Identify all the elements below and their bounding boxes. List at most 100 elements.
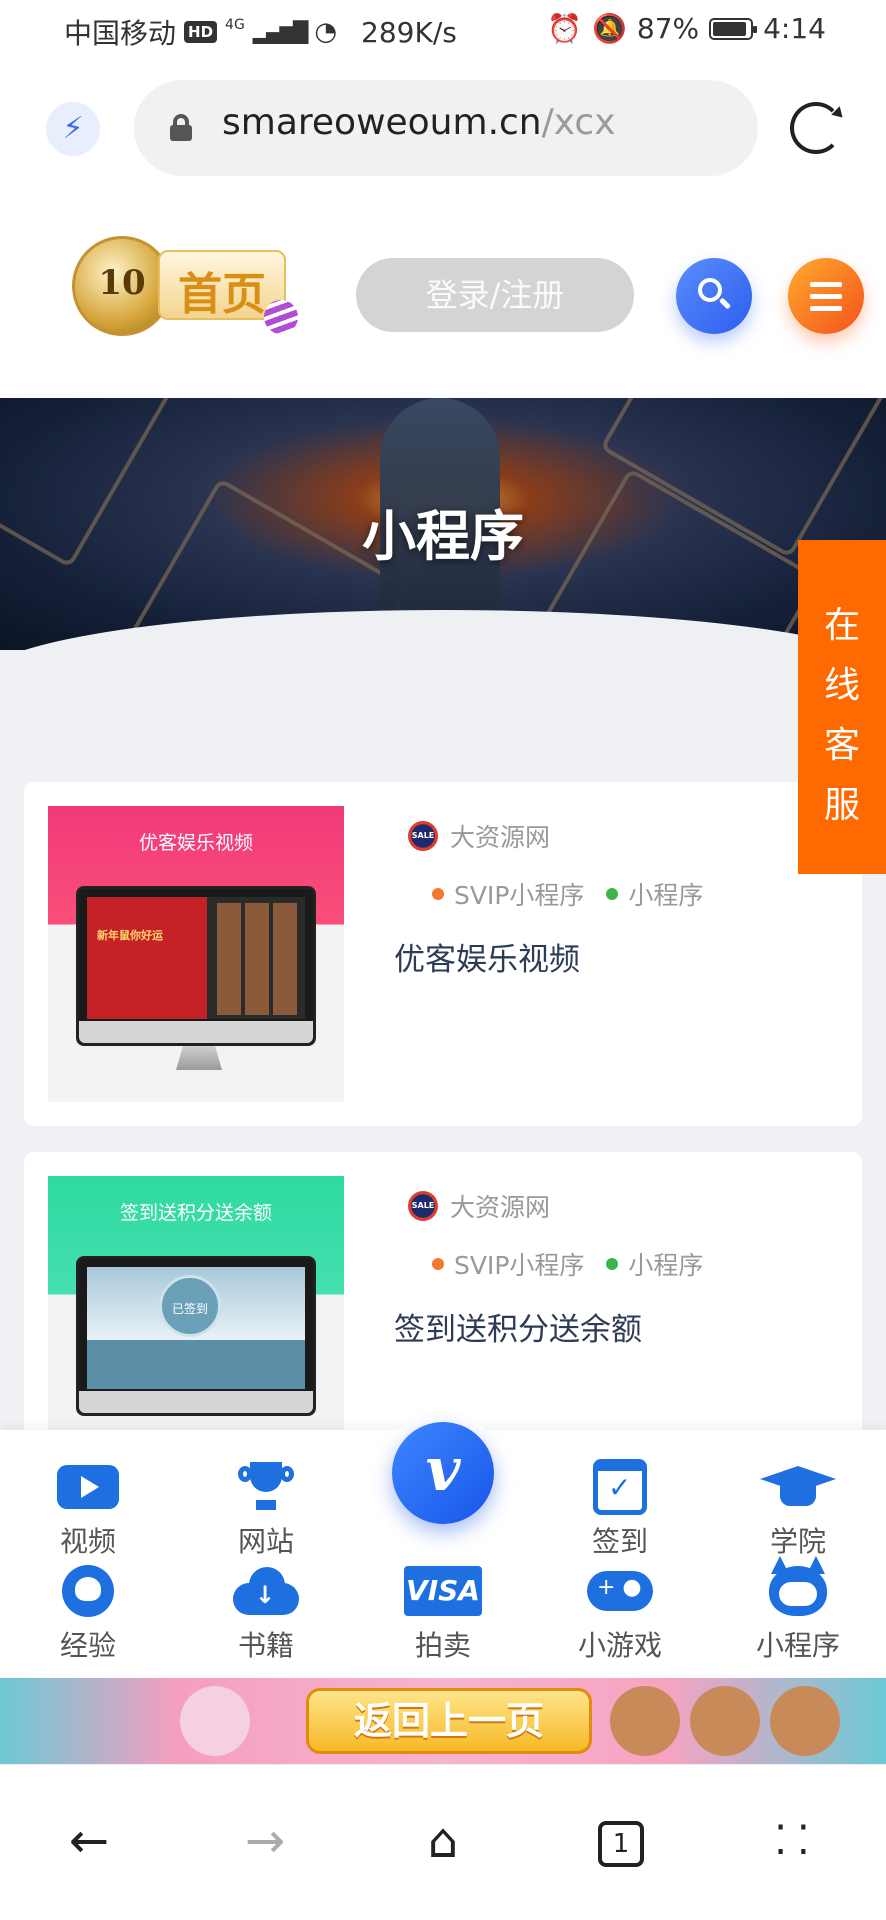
url-text[interactable]: smareoweoum.cn/xcx (222, 102, 616, 143)
nav-label: 书籍 (237, 1629, 294, 1662)
home-icon[interactable]: ⌂ (408, 1809, 478, 1879)
screen-caption: 已签到 (159, 1275, 221, 1337)
lock-icon (170, 114, 192, 141)
product-card[interactable]: 优客娱乐视频 新年鼠你好运 SALE 大资源网 SVIP小程序 小程序 优客娱乐… (24, 782, 862, 1126)
trophy-icon (238, 1462, 294, 1512)
cartoon-decoration (180, 1686, 250, 1756)
nav-label: 小程序 (755, 1629, 840, 1662)
card-thumbnail[interactable]: 签到送积分送余额 已签到 (48, 1176, 344, 1472)
tag-label: 小程序 (628, 1251, 704, 1280)
url-field[interactable]: smareoweoum.cn/xcx (134, 80, 758, 176)
anniversary-badge: 10 (72, 236, 172, 336)
nav-label: 小游戏 (577, 1629, 662, 1662)
nav-label: 签到 (591, 1525, 648, 1558)
cartoon-decoration (770, 1686, 840, 1756)
url-path: /xcx (541, 102, 616, 143)
nav-item-website[interactable]: 网站 (196, 1460, 336, 1560)
nav-item-miniprogram[interactable]: 小程序 (728, 1556, 868, 1664)
nav-label: 拍卖 (414, 1629, 471, 1662)
hd-badge: HD (184, 21, 218, 43)
dot-icon (606, 1258, 619, 1270)
battery-icon (709, 17, 758, 40)
tabs-button[interactable]: 1 (586, 1809, 656, 1879)
thumbnail-title: 优客娱乐视频 (138, 832, 253, 854)
card-source: SALE 大资源网 (408, 1188, 550, 1224)
browser-address-bar: ⚡ smareoweoum.cn/xcx (0, 62, 886, 192)
nav-item-books[interactable]: ↓ 书籍 (196, 1564, 336, 1664)
nav-item-academy[interactable]: 学院 (728, 1460, 868, 1560)
carrier-name: 中国移动 (64, 17, 177, 50)
nav-item-minigames[interactable]: 小游戏 (550, 1564, 690, 1664)
site-header: 10 首页 登录/注册 (0, 192, 886, 398)
login-register-button[interactable]: 登录/注册 (356, 258, 634, 332)
service-char: 线 (823, 665, 860, 706)
monitor-image: 新年鼠你好运 (76, 886, 316, 1046)
online-service-tab[interactable]: 在 线 客 服 (798, 540, 886, 874)
back-arrow-icon[interactable]: ← (54, 1809, 124, 1879)
card-tags: SVIP小程序 小程序 (432, 876, 703, 912)
clock: 4:14 (763, 12, 826, 45)
sale-icon: SALE (408, 1191, 438, 1221)
graduation-cap-icon (760, 1460, 836, 1514)
cloud-download-icon: ↓ (233, 1567, 299, 1615)
nav-item-auction[interactable]: VISA 拍卖 (373, 1564, 513, 1664)
cartoon-decoration (610, 1686, 680, 1756)
play-icon (57, 1465, 119, 1509)
card-title[interactable]: 签到送积分送余额 (394, 1304, 642, 1349)
nav-item-checkin[interactable]: 签到 (550, 1459, 690, 1560)
site-logo[interactable]: 10 首页 (64, 236, 298, 336)
mute-icon: 🔕 (592, 12, 627, 45)
wifi-icon: ◔ (314, 17, 338, 47)
nav-item-video[interactable]: 视频 (18, 1460, 158, 1560)
vimeo-icon: v (392, 1422, 494, 1524)
sale-icon: SALE (408, 821, 438, 851)
signal-icon: ▂▄▆█ (252, 20, 309, 44)
alarm-icon: ⏰ (547, 12, 582, 45)
back-banner: 返回上一页 (0, 1678, 886, 1764)
screen-caption: 新年鼠你好运 (97, 929, 163, 942)
dot-icon (432, 1258, 444, 1270)
thumbnail-title: 签到送积分送余额 (119, 1202, 272, 1224)
card-thumbnail[interactable]: 优客娱乐视频 新年鼠你好运 (48, 806, 344, 1102)
nav-label: 学院 (769, 1525, 826, 1558)
tag-label: SVIP小程序 (454, 1251, 585, 1280)
battery-percent: 87% (636, 12, 700, 45)
more-icon[interactable]: ⁚⁚ (762, 1809, 832, 1879)
center-v-button[interactable]: v (382, 1412, 504, 1534)
card-source: SALE 大资源网 (408, 818, 550, 854)
tag-svip[interactable]: SVIP小程序 (432, 1246, 584, 1282)
dot-icon (606, 888, 619, 900)
nav-label: 网站 (237, 1525, 294, 1558)
banner-title: 小程序 (362, 505, 524, 568)
tag-label: SVIP小程序 (454, 881, 585, 910)
menu-icon (810, 282, 842, 287)
nav-item-experience[interactable]: 经验 (18, 1564, 158, 1664)
calendar-check-icon (593, 1459, 647, 1515)
anniversary-number: 10 (98, 263, 146, 303)
gamepad-icon (587, 1571, 653, 1611)
cartoon-decoration (690, 1686, 760, 1756)
tag-svip[interactable]: SVIP小程序 (432, 876, 584, 912)
tag-miniprogram[interactable]: 小程序 (606, 876, 703, 912)
service-char: 客 (823, 725, 860, 766)
net-speed: 289K/s (361, 15, 457, 49)
home-label: 首页 (178, 269, 266, 320)
menu-button[interactable] (788, 258, 864, 334)
card-title[interactable]: 优客娱乐视频 (394, 934, 580, 979)
search-icon (698, 278, 722, 302)
forward-arrow-icon[interactable]: → (230, 1809, 300, 1879)
reload-icon[interactable] (790, 102, 842, 154)
visa-icon: VISA (404, 1566, 482, 1616)
cat-icon (769, 1556, 827, 1616)
hero-banner: 小程序 (0, 398, 886, 650)
tab-count: 1 (598, 1821, 644, 1867)
source-name: 大资源网 (450, 823, 551, 852)
service-char: 在 (823, 605, 860, 646)
dot-icon (432, 888, 444, 900)
nav-label: 视频 (59, 1525, 116, 1558)
bolt-icon[interactable]: ⚡ (46, 102, 100, 156)
back-button[interactable]: 返回上一页 (306, 1688, 592, 1754)
status-bar: 中国移动 HD 4G ▂▄▆█ ◔ 289K/s ⏰ 🔕 87% 4:14 (0, 0, 886, 62)
tag-miniprogram[interactable]: 小程序 (606, 1246, 703, 1282)
search-button[interactable] (676, 258, 752, 334)
